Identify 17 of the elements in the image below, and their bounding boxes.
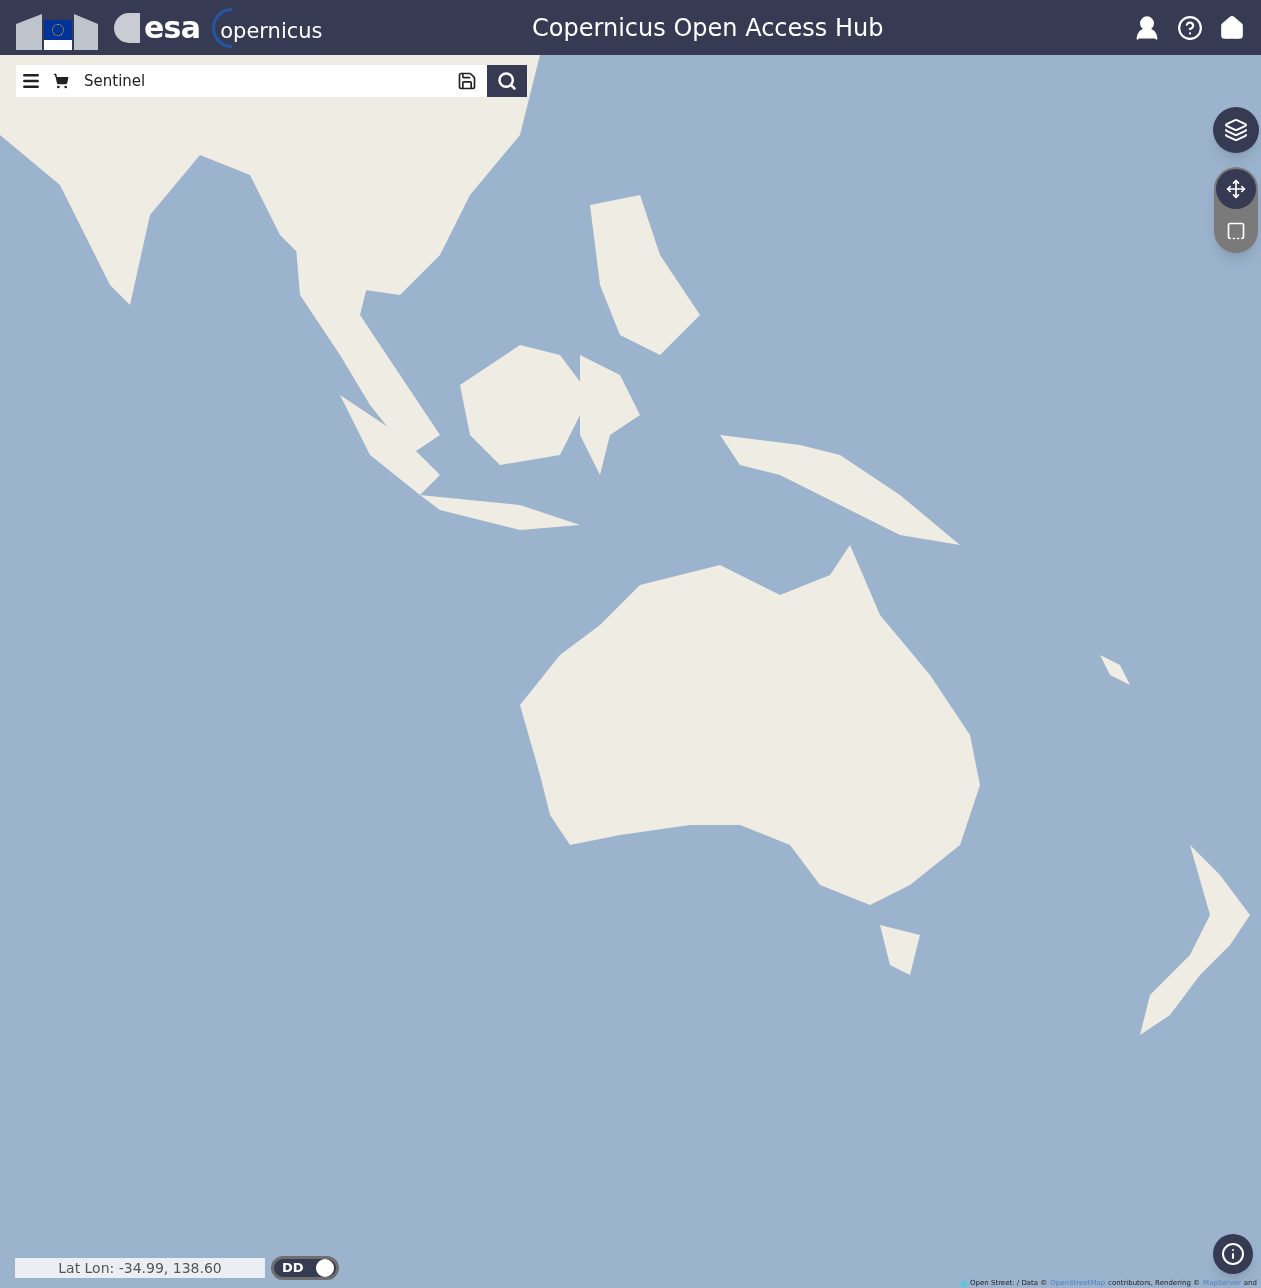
save-icon[interactable] (447, 65, 487, 97)
move-arrows-icon (1226, 179, 1246, 199)
window-title: Copernicus Open Access Hub (532, 12, 884, 44)
pan-tool-button[interactable] (1216, 169, 1256, 209)
selection-icon (1226, 221, 1246, 241)
help-icon[interactable] (1177, 14, 1203, 41)
copernicus-logo: opernicus (212, 5, 323, 50)
search-icon (497, 71, 517, 91)
home-icon[interactable] (1219, 14, 1245, 41)
menu-icon[interactable] (16, 65, 46, 97)
search-button[interactable] (487, 65, 527, 97)
esa-logo: esa (114, 12, 201, 43)
format-toggle[interactable]: DD (271, 1256, 339, 1280)
info-icon (1221, 1242, 1245, 1266)
layers-icon (1224, 118, 1248, 142)
search-field[interactable]: Sentinel (76, 65, 447, 97)
coordinates-readout: Lat Lon: -34.99, 138.60 (15, 1258, 265, 1278)
